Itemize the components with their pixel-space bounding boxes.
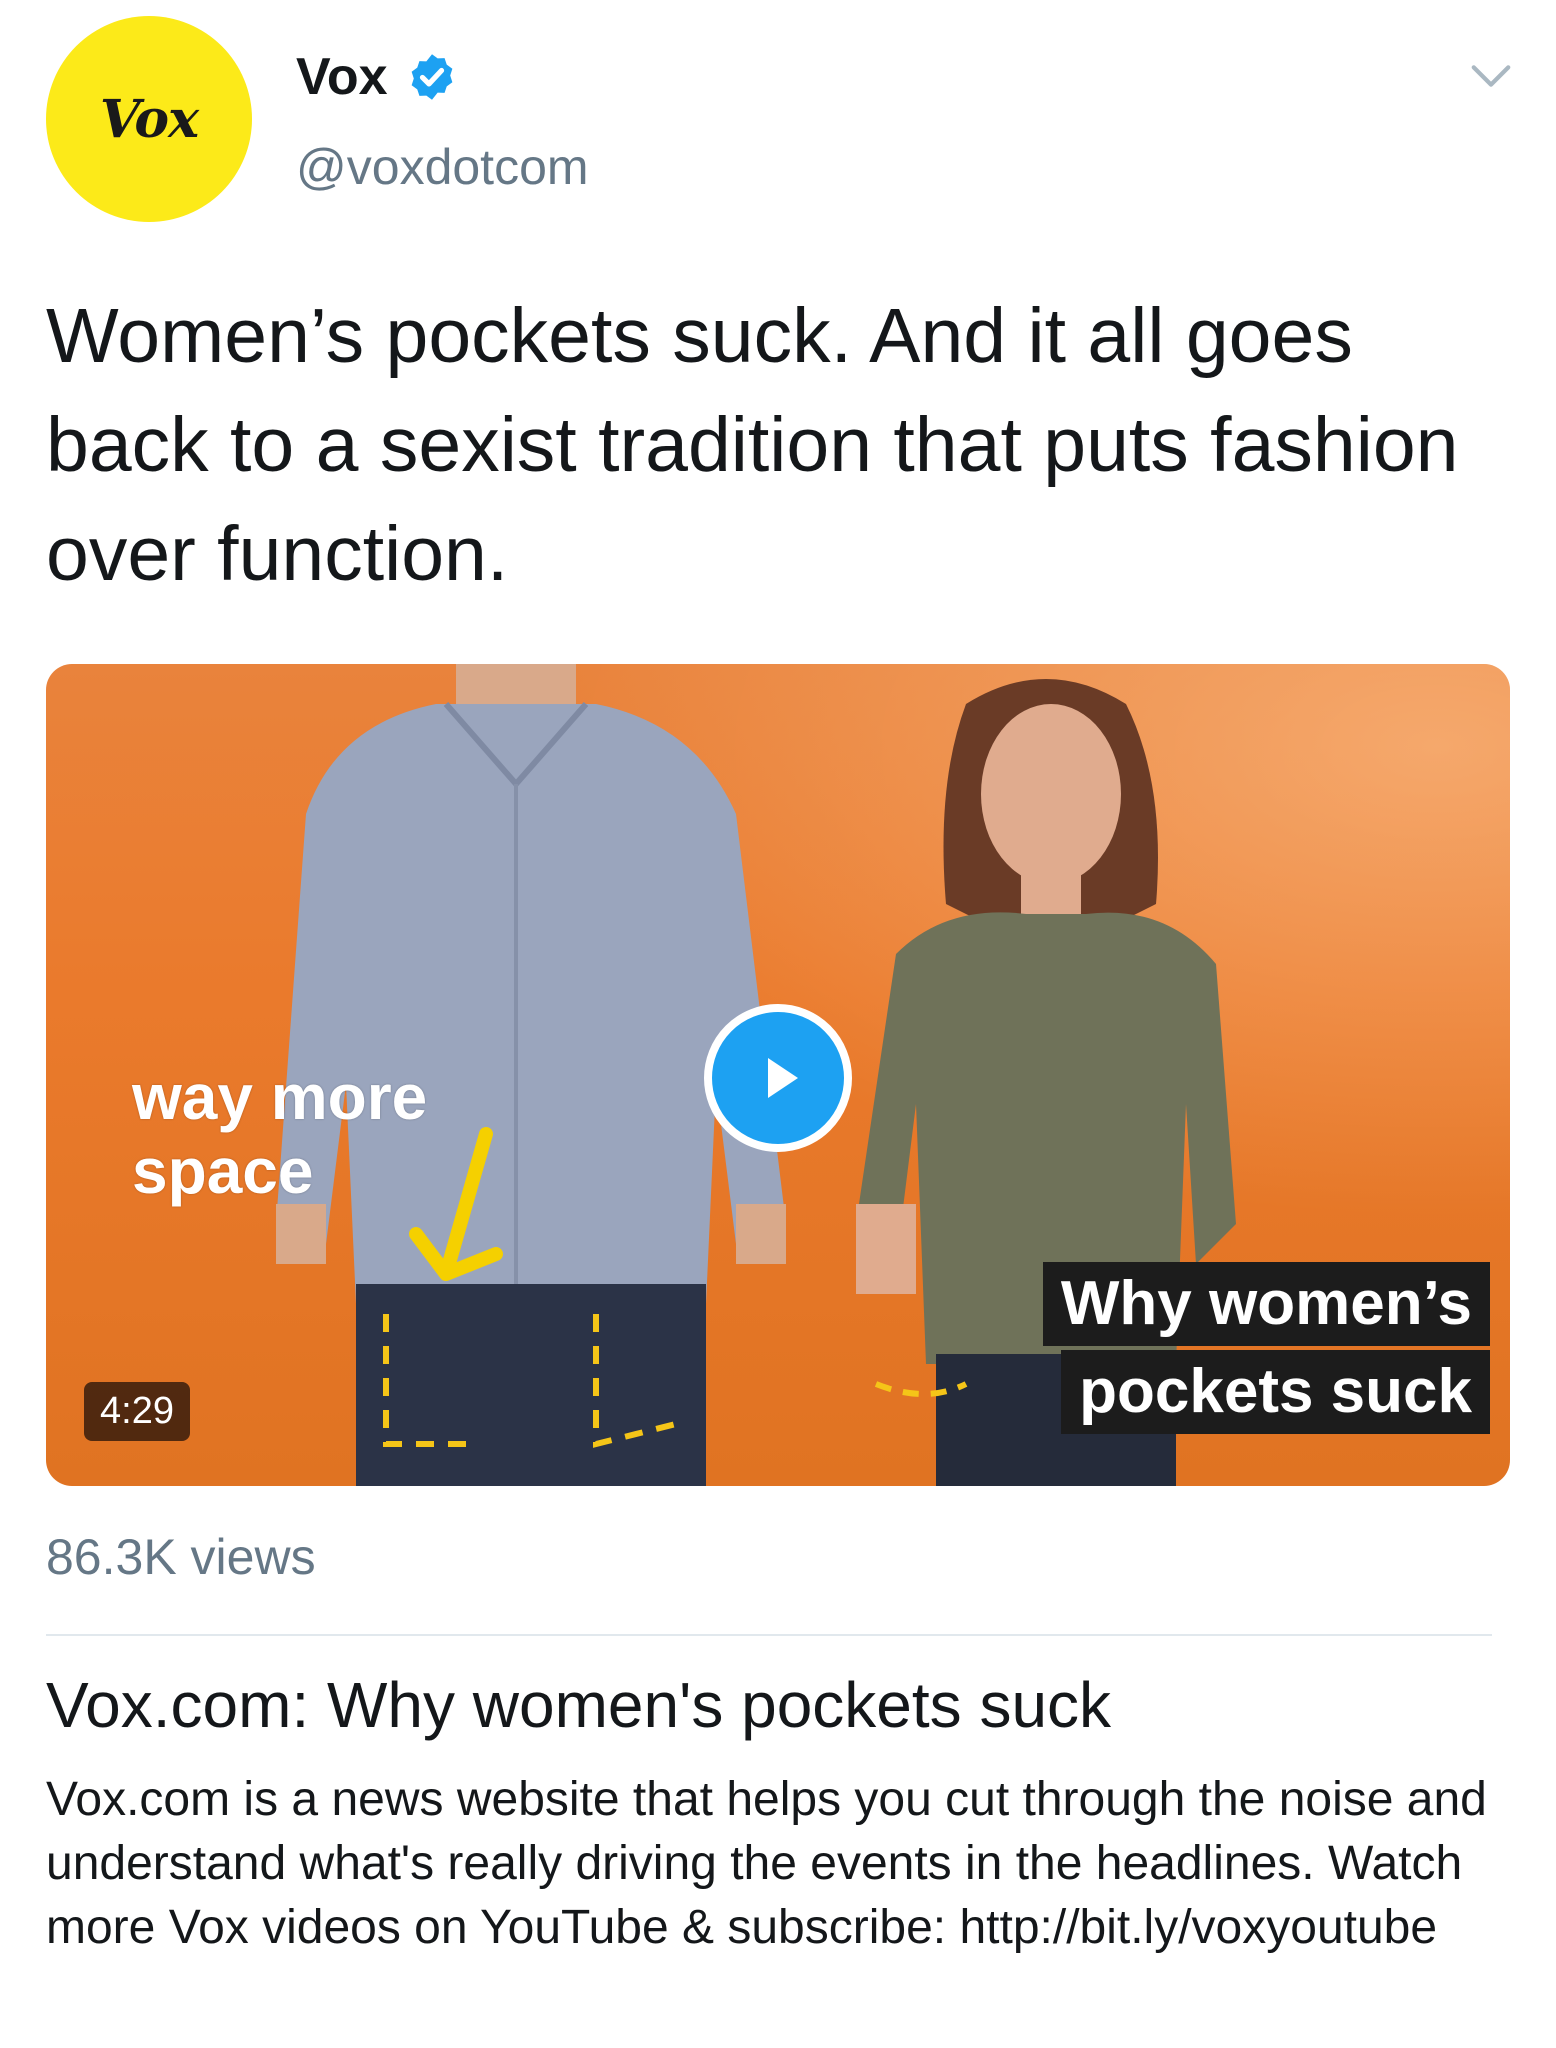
- view-count: 86.3K views: [46, 1529, 316, 1585]
- vox-logo: Vox: [99, 88, 199, 150]
- divider: [46, 1634, 1492, 1636]
- account-name-row[interactable]: Vox: [296, 42, 458, 112]
- display-name[interactable]: Vox: [296, 47, 388, 107]
- overlay-title-line2: pockets suck: [1061, 1350, 1490, 1434]
- video-duration: 4:29: [84, 1382, 190, 1441]
- overlay-title-line1: Why women’s: [1042, 1262, 1490, 1346]
- play-button[interactable]: [704, 1004, 852, 1152]
- link-card-description[interactable]: Vox.com is a news website that helps you…: [46, 1768, 1516, 1960]
- play-icon: [768, 1058, 798, 1098]
- tweet-text: Women’s pockets suck. And it all goes ba…: [46, 293, 1459, 597]
- link-card-title[interactable]: Vox.com: Why women's pockets suck: [46, 1668, 1111, 1742]
- account-handle[interactable]: @voxdotcom: [296, 138, 589, 196]
- video-player[interactable]: way more space Why women’s pockets suck …: [46, 664, 1510, 1486]
- avatar[interactable]: Vox: [46, 16, 252, 222]
- overlay-caption-left: way more space: [132, 1060, 427, 1208]
- verified-badge-icon: [411, 54, 452, 100]
- overlay-left-line1: way more: [132, 1061, 428, 1133]
- overlay-left-line2: space: [132, 1135, 314, 1207]
- chevron-down-icon[interactable]: [1468, 52, 1514, 98]
